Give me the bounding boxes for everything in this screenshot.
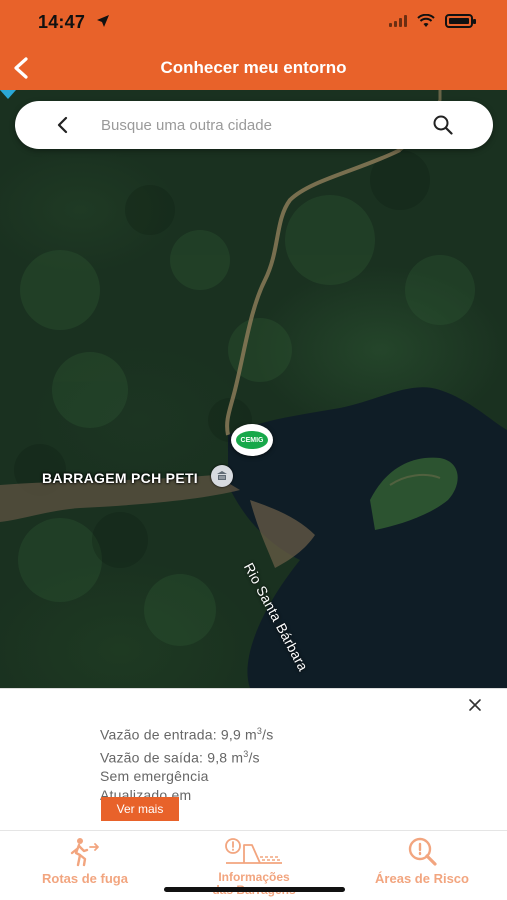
wifi-icon xyxy=(417,14,435,27)
map-terrain xyxy=(0,90,507,688)
dam-info-text: Vazão de entrada: 9,9 m3/s Vazão de saíd… xyxy=(100,722,273,805)
satellite-map[interactable] xyxy=(0,90,507,688)
outflow-rate: Vazão de saída: 9,8 m3/s xyxy=(100,748,260,766)
magnifier-alert-icon xyxy=(408,837,437,866)
dam-label: BARRAGEM PCH PETI xyxy=(42,470,198,486)
search-input[interactable] xyxy=(101,114,421,136)
close-icon[interactable] xyxy=(465,695,485,715)
home-indicator xyxy=(164,887,345,892)
battery-icon xyxy=(445,14,476,28)
search-back-icon[interactable] xyxy=(51,113,75,137)
nav-escape-routes[interactable]: Rotas de fuga xyxy=(15,837,155,886)
status-bar: 14:47 xyxy=(0,0,507,46)
see-more-button[interactable]: Ver mais xyxy=(101,797,179,821)
emergency-status: Sem emergência xyxy=(100,768,209,785)
nav-dam-information-label-line1: Informações xyxy=(218,870,290,884)
nav-risk-areas-label: Áreas de Risco xyxy=(375,871,469,886)
location-pin-icon xyxy=(0,90,16,99)
status-time: 14:47 xyxy=(38,12,86,32)
dam-info-panel: Vazão de entrada: 9,9 m3/s Vazão de saíd… xyxy=(0,688,507,830)
cemig-logo: CEMIG xyxy=(236,431,268,449)
cemig-dam-marker[interactable]: CEMIG xyxy=(231,424,273,456)
nav-escape-routes-label: Rotas de fuga xyxy=(42,871,128,886)
dam-building-icon[interactable] xyxy=(211,465,233,487)
app-header: Conhecer meu entorno xyxy=(0,46,507,90)
location-arrow-icon xyxy=(97,15,109,27)
cellular-signal-icon xyxy=(389,15,407,27)
inflow-rate: Vazão de entrada: 9,9 m3/s xyxy=(100,726,274,743)
nav-risk-areas[interactable]: Áreas de Risco xyxy=(352,837,492,886)
page-title: Conhecer meu entorno xyxy=(160,58,347,77)
walking-person-icon xyxy=(70,838,99,867)
status-icons xyxy=(389,14,476,28)
building-icon xyxy=(217,471,227,480)
search-icon[interactable] xyxy=(431,113,455,137)
dam-info-icon xyxy=(225,838,282,864)
search-bar xyxy=(15,101,493,149)
